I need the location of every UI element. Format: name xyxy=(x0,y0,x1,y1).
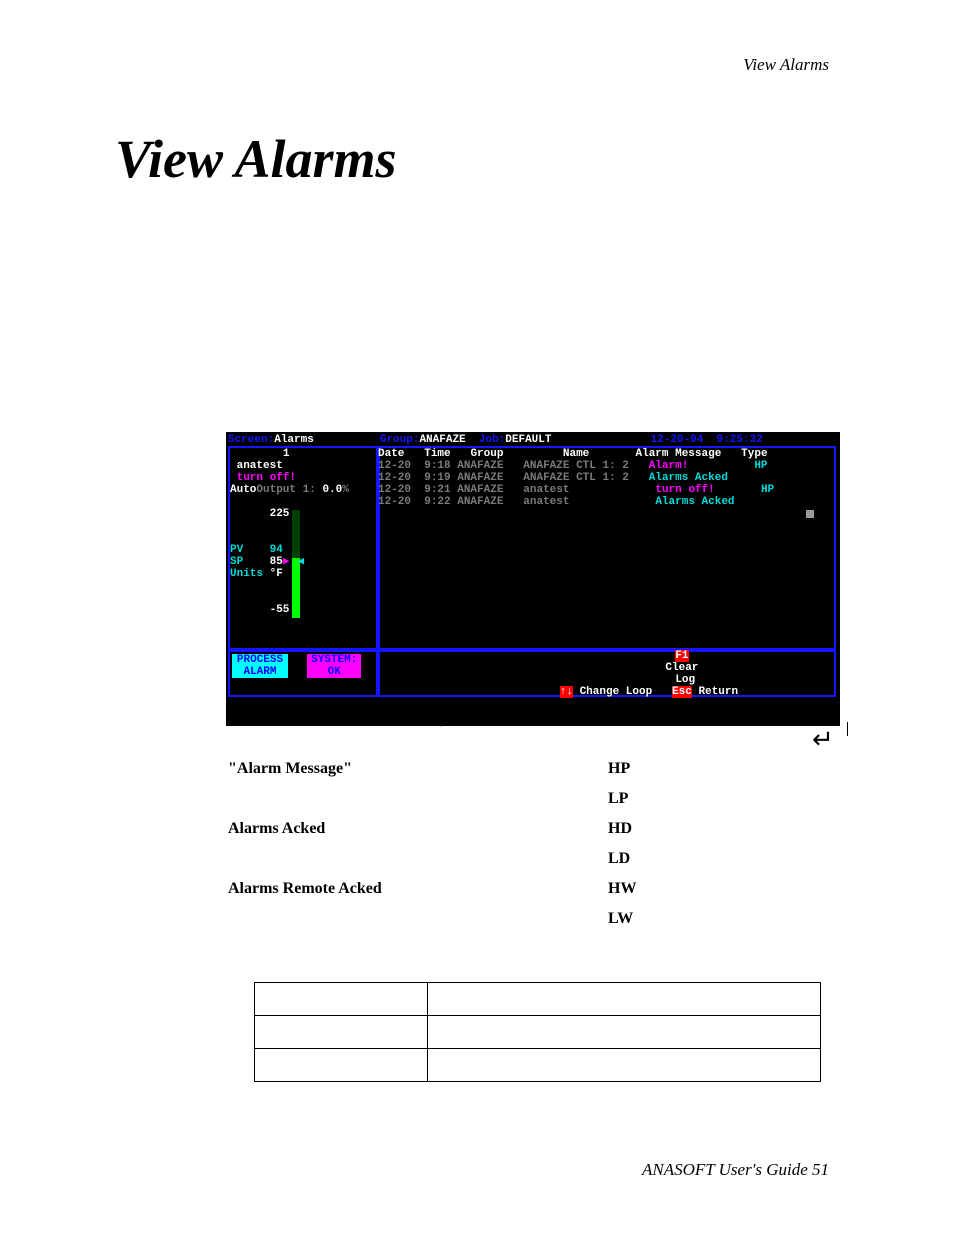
loop-panel: 1 anatest turn off! AutoOutput 1: 0.0% 2… xyxy=(228,446,380,652)
gauge-hi: 225 xyxy=(230,508,378,520)
legend-left-0: "Alarm Message" xyxy=(228,760,608,778)
loop-index: 1 xyxy=(230,448,378,460)
log-header: Date Time Group Name Alarm Message Type xyxy=(378,448,834,460)
units-row: Units °F xyxy=(230,568,378,580)
legend-right-0: HP xyxy=(608,760,728,778)
loop-name: anatest xyxy=(230,460,378,472)
separator-line xyxy=(228,724,838,731)
terminal-screenshot: Screen:Alarms Group:ANAFAZE Job:DEFAULT … xyxy=(226,432,840,726)
loop-warning: turn off! xyxy=(230,472,378,484)
legend-right-1: LP xyxy=(608,790,728,808)
running-head: View Alarms xyxy=(743,55,829,75)
esc-key-badge: Esc xyxy=(672,686,692,698)
legend-left-2: Alarms Remote Acked xyxy=(228,880,608,898)
legend-columns: "Alarm Message"HP LP Alarms AckedHD LD A… xyxy=(228,760,838,940)
alarm-log-panel: Date Time Group Name Alarm Message Type … xyxy=(376,446,836,652)
arrow-key-badge: ↑↓ xyxy=(560,686,573,698)
status-panel-left: PROCESSALARM SYSTEM:OK xyxy=(228,648,380,697)
page-footer: ANASOFT User's Guide 51 xyxy=(642,1160,829,1180)
sp-row: SP 85▶◀ xyxy=(230,556,378,568)
pv-row: PV 94 xyxy=(230,544,378,556)
log-row: 12-20 9:22 ANAFAZE anatest Alarms Acked xyxy=(378,496,834,508)
page-title: View Alarms xyxy=(115,128,397,190)
legend-right-2: HD xyxy=(608,820,728,838)
table-row xyxy=(255,1016,821,1049)
process-alarm-badge: PROCESSALARM xyxy=(232,654,288,678)
log-row: 12-20 9:21 ANAFAZE anatest turn off! HP xyxy=(378,484,834,496)
f1-key-badge: F1 xyxy=(675,650,688,662)
legend-left-1: Alarms Acked xyxy=(228,820,608,838)
table-row xyxy=(255,983,821,1016)
log-row: 12-20 9:18 ANAFAZE ANAFAZE CTL 1: 2 Alar… xyxy=(378,460,834,472)
legend-right-4: HW xyxy=(608,880,728,898)
log-row: 12-20 9:19 ANAFAZE ANAFAZE CTL 1: 2 Alar… xyxy=(378,472,834,484)
gauge-lo: -55 xyxy=(230,604,378,616)
system-ok-badge: SYSTEM:OK xyxy=(307,654,361,678)
table-row xyxy=(255,1049,821,1082)
options-table xyxy=(254,982,821,1082)
legend-right-3: LD xyxy=(608,850,728,868)
scrollbar-stub xyxy=(806,510,814,518)
term-header: Screen:Alarms Group:ANAFAZE Job:DEFAULT … xyxy=(228,434,838,446)
status-panel-right: F1 Clear Log ↑↓ Change Loop Esc Return xyxy=(376,648,836,697)
legend-right-5: LW xyxy=(608,910,728,928)
loop-output: AutoOutput 1: 0.0% xyxy=(230,484,378,496)
